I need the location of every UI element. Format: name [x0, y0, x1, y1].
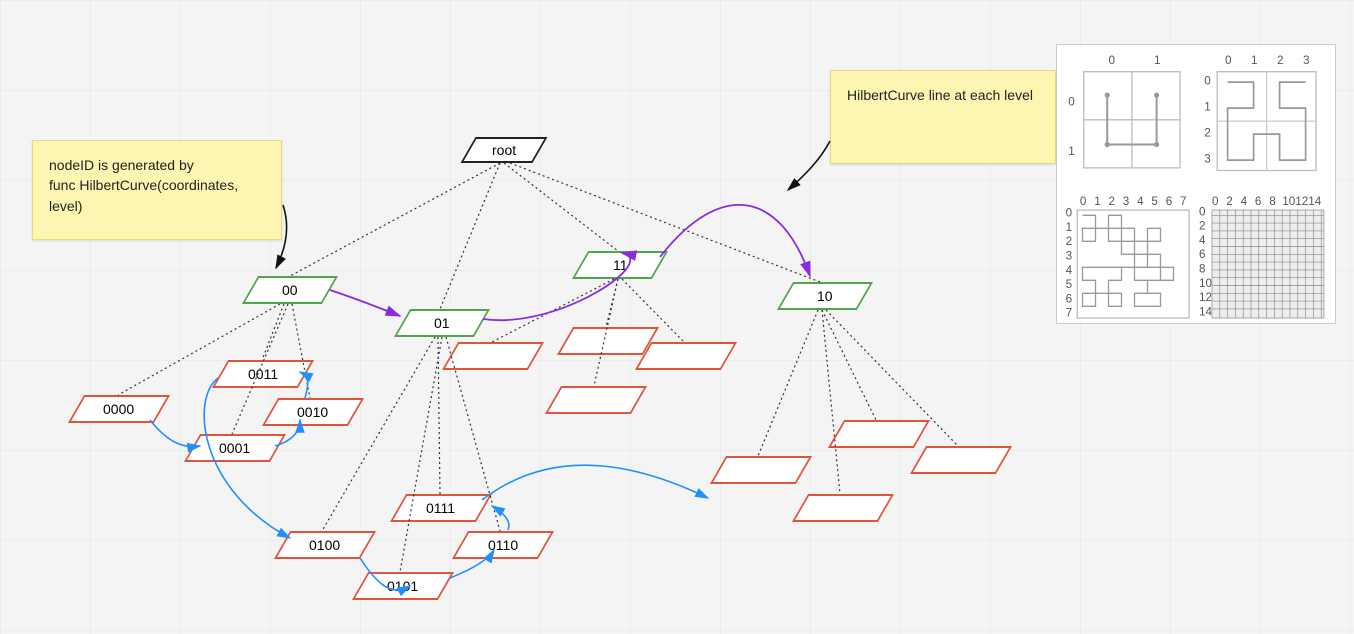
svg-text:4: 4 — [1241, 195, 1248, 208]
svg-text:3: 3 — [1204, 153, 1211, 166]
svg-text:10: 10 — [1282, 195, 1296, 208]
node-empty — [635, 342, 737, 370]
svg-text:0: 0 — [1066, 207, 1073, 220]
svg-text:8: 8 — [1199, 263, 1206, 276]
svg-text:2: 2 — [1277, 54, 1284, 67]
node-0111: 0111 — [390, 494, 492, 522]
node-0000: 0000 — [68, 395, 170, 423]
svg-text:1: 1 — [1154, 54, 1161, 67]
hilbert-quadrant-2x2: 0 1 0 1 — [1063, 51, 1193, 186]
svg-text:6: 6 — [1199, 248, 1206, 261]
svg-text:12: 12 — [1295, 195, 1308, 208]
svg-text:4: 4 — [1199, 234, 1206, 247]
node-0101: 0101 — [352, 572, 454, 600]
svg-text:12: 12 — [1199, 291, 1212, 304]
node-0001: 0001 — [184, 434, 286, 462]
svg-text:4: 4 — [1066, 264, 1073, 277]
node-empty — [545, 386, 647, 414]
svg-text:0: 0 — [1204, 75, 1211, 88]
hilbert-curve-reference: 0 1 0 1 0 1 2 3 0 1 2 3 — [1056, 44, 1336, 324]
sticky-note-right: HilbertCurve line at each level — [830, 70, 1056, 164]
node-empty — [442, 342, 544, 370]
svg-text:6: 6 — [1066, 292, 1073, 305]
node-00: 00 — [242, 276, 338, 304]
svg-text:1: 1 — [1068, 145, 1075, 158]
svg-text:3: 3 — [1303, 54, 1310, 67]
node-0010: 0010 — [262, 398, 364, 426]
svg-text:14: 14 — [1199, 305, 1213, 318]
hilbert-quadrant-4x4: 0 1 2 3 0 1 2 3 — [1199, 51, 1329, 186]
svg-text:10: 10 — [1199, 277, 1213, 290]
node-empty — [828, 420, 930, 448]
svg-text:4: 4 — [1137, 195, 1144, 208]
svg-text:8: 8 — [1269, 195, 1276, 208]
node-empty — [710, 456, 812, 484]
svg-text:1: 1 — [1251, 54, 1258, 67]
node-01: 01 — [394, 309, 490, 337]
svg-text:2: 2 — [1204, 127, 1211, 140]
node-10: 10 — [777, 282, 873, 310]
node-empty — [557, 327, 659, 355]
svg-text:5: 5 — [1151, 195, 1158, 208]
svg-text:1: 1 — [1094, 195, 1101, 208]
svg-text:6: 6 — [1166, 195, 1173, 208]
svg-text:0: 0 — [1199, 205, 1206, 218]
svg-text:7: 7 — [1180, 195, 1187, 208]
svg-text:2: 2 — [1109, 195, 1116, 208]
note-line: func HilbertCurve(coordinates, level) — [49, 175, 265, 216]
svg-text:7: 7 — [1066, 307, 1073, 320]
svg-text:1: 1 — [1066, 221, 1073, 234]
svg-text:0: 0 — [1212, 195, 1219, 208]
svg-text:14: 14 — [1308, 195, 1322, 208]
hilbert-quadrant-16x16: 0 2 4 6 8 10 12 14 0 2 4 6 8 10 12 14 — [1199, 192, 1329, 327]
svg-text:1: 1 — [1204, 101, 1211, 114]
node-0011: 0011 — [212, 360, 314, 388]
svg-text:5: 5 — [1066, 278, 1073, 291]
svg-text:0: 0 — [1109, 54, 1116, 67]
node-empty — [792, 494, 894, 522]
svg-text:0: 0 — [1068, 96, 1075, 109]
note-line: HilbertCurve line at each level — [847, 85, 1039, 105]
note-line: nodeID is generated by — [49, 155, 265, 175]
svg-text:3: 3 — [1066, 250, 1073, 263]
sticky-note-left: nodeID is generated by func HilbertCurve… — [32, 140, 282, 240]
svg-text:3: 3 — [1123, 195, 1130, 208]
svg-text:2: 2 — [1199, 220, 1206, 233]
node-11: 11 — [572, 251, 668, 279]
hilbert-quadrant-8x8: 0 1 2 3 4 5 6 7 0 1 2 3 4 5 6 7 — [1063, 192, 1193, 327]
node-empty — [910, 446, 1012, 474]
svg-text:6: 6 — [1255, 195, 1262, 208]
svg-text:0: 0 — [1225, 54, 1232, 67]
node-root: root — [460, 137, 547, 163]
svg-text:0: 0 — [1080, 195, 1087, 208]
node-0100: 0100 — [274, 531, 376, 559]
svg-text:2: 2 — [1066, 235, 1073, 248]
node-0110: 0110 — [452, 531, 554, 559]
svg-text:2: 2 — [1226, 195, 1233, 208]
